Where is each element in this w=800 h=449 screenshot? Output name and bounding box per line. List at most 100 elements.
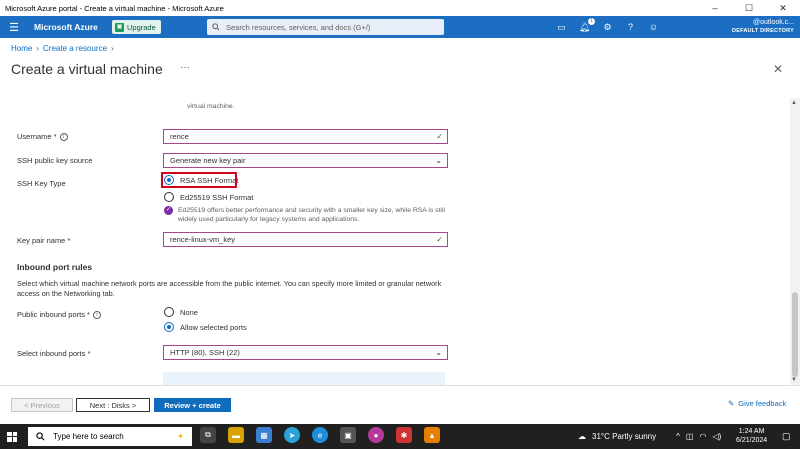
select-ports-dropdown[interactable]: HTTP (80), SSH (22) ⌄ xyxy=(163,345,448,360)
ssh-source-label: SSH public key source xyxy=(17,156,93,165)
clock-date: 6/21/2024 xyxy=(736,437,768,444)
breadcrumb-home[interactable]: Home xyxy=(11,44,32,53)
info-icon[interactable]: i xyxy=(59,132,68,141)
start-button[interactable] xyxy=(0,424,24,449)
close-window-button[interactable]: ✕ xyxy=(766,0,800,16)
vertical-scrollbar[interactable]: ▲ ▼ xyxy=(790,98,800,385)
upgrade-label: Upgrade xyxy=(127,22,156,32)
scroll-up-icon[interactable]: ▲ xyxy=(791,100,797,106)
inbound-heading: Inbound port rules xyxy=(17,262,93,272)
public-ports-label-text: Public inbound ports * xyxy=(17,310,90,319)
sparkle-icon: ✦ xyxy=(177,432,184,441)
taskbar-search-box[interactable]: Type here to search ✦ xyxy=(28,427,192,446)
weather-icon: ☁ xyxy=(578,432,586,441)
ssh-source-select[interactable]: Generate new key pair ⌄ xyxy=(163,153,448,168)
keypair-value: rence-linux-vm_key xyxy=(170,235,236,244)
photos-icon[interactable]: ▣ xyxy=(340,427,356,443)
edge-icon[interactable]: e xyxy=(312,427,328,443)
info-icon[interactable]: i xyxy=(92,310,101,319)
gift-icon: ▣ xyxy=(115,22,124,32)
window-titlebar: Microsoft Azure portal - Create a virtua… xyxy=(0,0,800,16)
keypair-input[interactable]: rence-linux-vm_key ✓ xyxy=(163,232,448,247)
menu-icon[interactable]: ☰ xyxy=(0,21,28,34)
ssh-type-label: SSH Key Type xyxy=(17,179,66,188)
keypair-label: Key pair name * xyxy=(17,236,71,245)
page-title: Create a virtual machine xyxy=(11,61,163,77)
breadcrumb: Home › Create a resource › xyxy=(11,44,114,53)
brand-link[interactable]: Microsoft Azure xyxy=(34,22,112,32)
username-input[interactable]: rence ✓ xyxy=(163,129,448,144)
window-title: Microsoft Azure portal - Create a virtua… xyxy=(5,3,224,13)
select-ports-label: Select inbound ports * xyxy=(17,349,91,358)
settings-gear-icon[interactable]: ⚙ xyxy=(601,21,614,34)
chevron-down-icon: ⌄ xyxy=(435,156,442,165)
chevron-up-icon[interactable]: ^ xyxy=(676,432,680,441)
task-view-icon[interactable]: ⧉ xyxy=(200,427,216,443)
volume-icon[interactable]: ◁) xyxy=(712,432,721,441)
username-label: Username * i xyxy=(17,132,68,141)
next-disks-button[interactable]: Next : Disks > xyxy=(76,398,150,412)
account-email: @outlook.c... xyxy=(753,19,794,26)
windows-logo-icon xyxy=(7,431,17,442)
ssh-type-note-text: Ed25519 offers better performance and se… xyxy=(178,207,445,223)
windows-taskbar: Type here to search ✦ ⧉ ▬ ▦ ➤ e ▣ ● ✱ ▲ … xyxy=(0,424,800,449)
scrollbar-thumb[interactable] xyxy=(792,292,798,377)
account-directory: DEFAULT DIRECTORY xyxy=(732,28,794,34)
notifications-icon[interactable]: 🔔︎ 1 xyxy=(578,17,595,34)
username-label-text: Username * xyxy=(17,132,57,141)
public-ports-none-label: None xyxy=(180,307,198,317)
public-ports-allow-option[interactable]: Allow selected ports xyxy=(164,322,247,332)
checkmark-icon: ✓ xyxy=(436,235,443,244)
check-circle-icon: ✓ xyxy=(164,206,173,215)
maximize-button[interactable]: ☐ xyxy=(732,0,766,16)
feedback-icon: ✎ xyxy=(728,399,735,408)
store-icon[interactable]: ▦ xyxy=(256,427,272,443)
username-value: rence xyxy=(170,132,189,141)
radio-unselected[interactable] xyxy=(164,192,174,202)
telegram-icon[interactable]: ➤ xyxy=(284,427,300,443)
notification-center-icon[interactable]: ▢ xyxy=(782,431,791,442)
ssh-type-ed25519-option[interactable]: Ed25519 SSH Format xyxy=(164,192,253,202)
inbound-description: Select which virtual machine network por… xyxy=(17,279,442,298)
vlc-icon[interactable]: ▲ xyxy=(424,427,440,443)
app-icon[interactable]: ✱ xyxy=(396,427,412,443)
ssh-type-note: ✓ Ed25519 offers better performance and … xyxy=(164,206,449,224)
minimize-button[interactable]: – xyxy=(698,0,732,16)
ssh-type-ed25519-label: Ed25519 SSH Format xyxy=(180,192,254,202)
taskbar-clock[interactable]: 1:24 AM 6/21/2024 xyxy=(736,427,767,445)
review-create-button[interactable]: Review + create xyxy=(154,398,231,412)
previous-button[interactable]: < Previous xyxy=(11,398,73,412)
give-feedback-link[interactable]: ✎ Give feedback xyxy=(728,399,786,408)
chevron-right-icon: › xyxy=(111,44,114,53)
cloud-shell-icon[interactable]: ▭ xyxy=(555,21,568,34)
breadcrumb-create-resource[interactable]: Create a resource xyxy=(43,44,107,53)
close-blade-icon[interactable]: ✕ xyxy=(773,62,783,76)
file-explorer-icon[interactable]: ▬ xyxy=(228,427,244,443)
help-icon[interactable]: ? xyxy=(624,21,637,34)
network-icon[interactable]: ◫ xyxy=(686,432,694,441)
radio-selected[interactable] xyxy=(164,322,174,332)
azure-topbar: ☰ Microsoft Azure ▣ Upgrade Search resou… xyxy=(0,16,800,38)
truncated-help-text: virtual machine. xyxy=(187,103,235,110)
weather-text[interactable]: 31°C Partly sunny xyxy=(592,432,656,441)
public-ports-allow-label: Allow selected ports xyxy=(180,322,247,332)
wifi-icon[interactable]: ◠ xyxy=(699,432,706,441)
search-icon xyxy=(36,432,45,441)
form-scroll-region: virtual machine. Username * i rence ✓ SS… xyxy=(0,98,790,385)
paint-icon[interactable]: ● xyxy=(368,427,384,443)
upgrade-button[interactable]: ▣ Upgrade xyxy=(112,20,161,34)
account-menu[interactable]: @outlook.c... DEFAULT DIRECTORY xyxy=(732,19,794,35)
global-search-input[interactable]: Search resources, services, and docs (G+… xyxy=(207,19,444,35)
taskbar-search-placeholder: Type here to search xyxy=(53,432,124,441)
public-ports-label: Public inbound ports * i xyxy=(17,310,101,319)
radio-unselected[interactable] xyxy=(164,307,174,317)
system-tray: ☁ 31°C Partly sunny ^ ◫ ◠ ◁) xyxy=(578,424,721,449)
more-options-button[interactable]: ··· xyxy=(180,62,190,73)
select-ports-value: HTTP (80), SSH (22) xyxy=(170,348,240,357)
scroll-down-icon[interactable]: ▼ xyxy=(791,377,797,383)
public-ports-none-option[interactable]: None xyxy=(164,307,198,317)
wizard-footer: < Previous Next : Disks > Review + creat… xyxy=(0,385,800,423)
clock-time: 1:24 AM xyxy=(738,428,765,435)
feedback-person-icon[interactable]: ☺ xyxy=(647,21,660,34)
search-icon xyxy=(212,23,220,31)
